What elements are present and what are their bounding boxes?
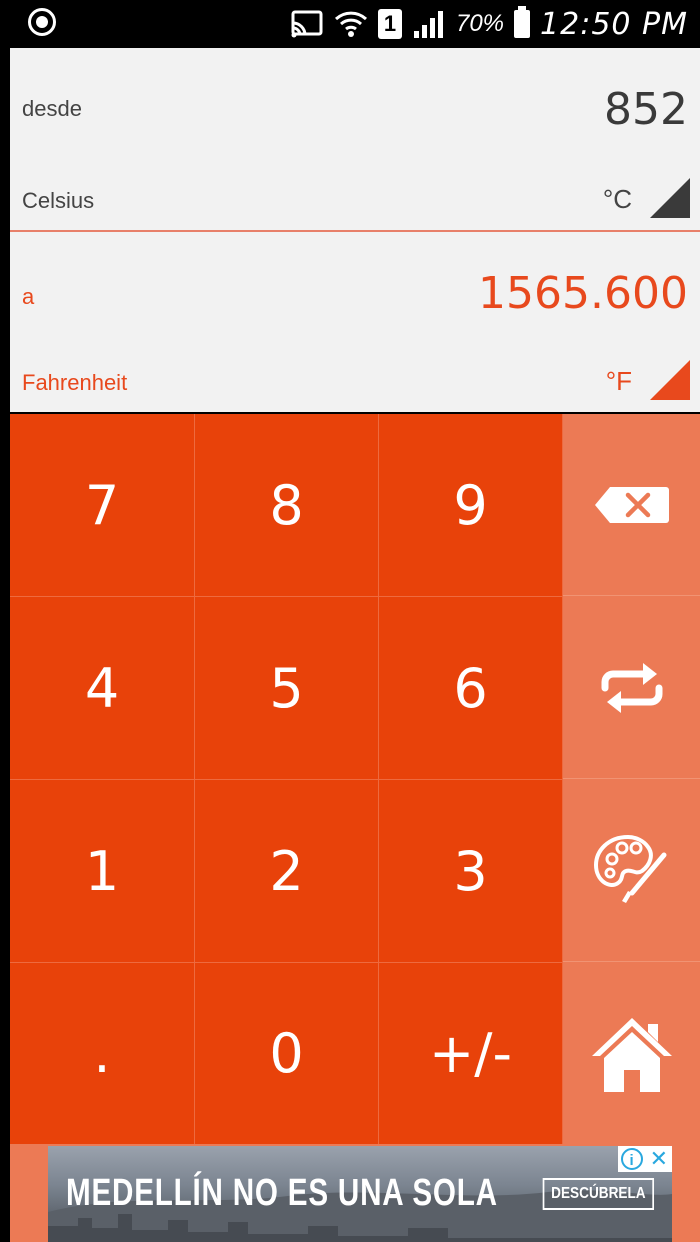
wifi-icon <box>334 11 368 37</box>
cast-icon <box>291 10 323 38</box>
action-column <box>563 414 700 1144</box>
ad-area: MEDELLÍN NO ES UNA SOLA DESCÚBRELA i ✕ <box>10 1144 700 1242</box>
to-unit-name: Fahrenheit <box>22 370 128 395</box>
from-panel[interactable]: desde 852 Celsius °C <box>10 48 700 232</box>
from-unit-symbol: °C <box>602 184 632 214</box>
to-value: 1565.600 <box>478 268 688 319</box>
from-unit-name: Celsius <box>22 188 95 213</box>
ad-close-icon[interactable]: ✕ <box>650 1148 668 1170</box>
key-2[interactable]: 2 <box>195 780 379 963</box>
key-0[interactable]: 0 <box>195 963 379 1144</box>
swap-icon <box>601 662 662 713</box>
clock: 12:50 PM <box>540 6 688 42</box>
screen-record-icon <box>28 8 56 36</box>
battery-percent: 70% <box>455 10 505 37</box>
to-label: a <box>22 284 35 309</box>
ad-headline: MEDELLÍN NO ES UNA SOLA <box>66 1172 498 1214</box>
key-5[interactable]: 5 <box>195 597 379 780</box>
status-bar: 1 70% 12:50 PM <box>0 0 700 48</box>
theme-button[interactable] <box>563 780 700 962</box>
home-button[interactable] <box>563 963 700 1144</box>
key-6[interactable]: 6 <box>379 597 563 780</box>
backspace-icon <box>594 486 669 523</box>
to-unit-dropdown-icon[interactable] <box>650 360 690 400</box>
app-screen: 1 70% 12:50 PM desde 852 Celsius °C a 15… <box>0 0 700 1242</box>
ad-choices[interactable]: i ✕ <box>617 1146 672 1172</box>
key-7[interactable]: 7 <box>10 414 195 597</box>
key-8[interactable]: 8 <box>195 414 379 597</box>
to-panel[interactable]: a 1565.600 Fahrenheit °F <box>10 232 700 412</box>
palette-icon <box>593 834 666 903</box>
backspace-button[interactable] <box>563 414 700 596</box>
sim-slot-badge: 1 <box>377 9 402 39</box>
to-unit-symbol: °F <box>605 366 632 396</box>
battery-icon <box>514 6 531 38</box>
key-9[interactable]: 9 <box>379 414 563 597</box>
from-label: desde <box>22 96 82 121</box>
status-icons: 1 70% 12:50 PM <box>290 4 688 44</box>
ad-info-icon[interactable]: i <box>620 1148 643 1170</box>
key-4[interactable]: 4 <box>10 597 195 780</box>
key-3[interactable]: 3 <box>379 780 563 963</box>
swap-units-button[interactable] <box>563 597 700 779</box>
ad-banner[interactable]: MEDELLÍN NO ES UNA SOLA DESCÚBRELA i ✕ <box>48 1146 672 1242</box>
key-decimal[interactable]: . <box>10 963 195 1144</box>
key-1[interactable]: 1 <box>10 780 195 963</box>
home-icon <box>591 1017 672 1092</box>
key-sign-toggle[interactable]: +/- <box>379 963 563 1144</box>
keypad: 7 8 9 4 5 6 1 2 3 . 0 +/- <box>10 414 700 1144</box>
signal-icon <box>413 11 443 38</box>
from-value: 852 <box>604 84 688 135</box>
from-unit-dropdown-icon[interactable] <box>650 178 690 218</box>
ad-cta-button[interactable]: DESCÚBRELA <box>542 1178 654 1210</box>
